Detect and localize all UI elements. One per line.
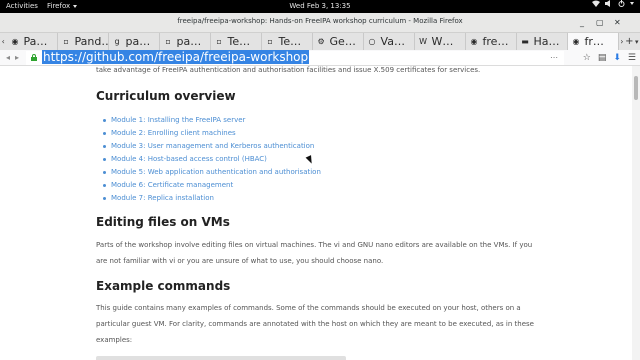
tab-label: pa… (176, 35, 202, 48)
module-link[interactable]: Module 7: Replica installation (103, 192, 321, 205)
module-link[interactable]: Module 1: Installing the FreeIPA server (103, 114, 321, 127)
page-icon: ▫ (63, 37, 69, 46)
chevron-down-icon (73, 5, 78, 8)
back-icon[interactable]: ◂ (6, 52, 10, 64)
editing-paragraph: Parts of the workshop involve editing fi… (96, 241, 533, 265)
close-icon[interactable]: ✕ (614, 18, 621, 27)
tab-list-icon[interactable]: ▾ (633, 38, 640, 46)
page-icon: ▫ (216, 37, 222, 46)
curriculum-heading: Curriculum overview (96, 89, 236, 103)
tab[interactable]: ○ Va… (364, 33, 415, 50)
tab-label: Pand… (74, 35, 108, 48)
module-link[interactable]: Module 3: User management and Kerberos a… (103, 140, 321, 153)
tab[interactable]: ▫ Pand… (58, 33, 109, 50)
tab-label: W… (431, 35, 454, 48)
tab-label: Va… (380, 35, 405, 48)
menu-icon[interactable]: ☰ (628, 52, 636, 64)
tab-label: pa… (125, 35, 151, 48)
maximize-icon[interactable]: ▢ (596, 18, 604, 27)
scrollbar[interactable] (632, 66, 640, 360)
url-text[interactable]: https://github.com/freeipa/freeipa-works… (42, 50, 310, 64)
toolbar-right: ☆ ▤ ⬇ ☰ (583, 52, 636, 64)
forward-icon[interactable]: ▸ (15, 52, 19, 64)
module-link[interactable]: Module 6: Certificate management (103, 179, 321, 192)
examples-heading: Example commands (96, 279, 231, 293)
tab-label: fre… (482, 35, 509, 48)
module-link[interactable]: Module 5: Web application authentication… (103, 166, 321, 179)
tab[interactable]: ▬ Ha… (517, 33, 568, 50)
library-icon[interactable]: ▤ (598, 52, 607, 64)
intro-text: take advantage of FreeIPA authentication… (96, 66, 481, 74)
network-icon (592, 0, 600, 7)
tabs: ◉ Pa… ▫ Pand… g pa… ▫ pa… ▫ Te… ▫ Te… ⚙ Ge… ○ Va… W W… ◉ fr… (7, 33, 619, 50)
system-menu-chevron-icon (630, 2, 634, 5)
new-tab-icon[interactable]: + (625, 36, 633, 47)
app-menu-label: Firefox (47, 2, 71, 10)
module-link[interactable]: Module 4: Host-based access control (HBA… (103, 153, 321, 166)
module-link[interactable]: Module 2: Enrolling client machines (103, 127, 321, 140)
tab[interactable]: ▫ Te… (211, 33, 262, 50)
tab[interactable]: W W… (415, 33, 466, 50)
window-titlebar: freeipa/freeipa-workshop: Hands-on FreeI… (0, 13, 640, 33)
tab-strip: ‹ ◉Pa…▫Pand…gpa…▫pa…▫Te…▫Te…⚙Ge…○Va…WW…◉… (0, 33, 640, 50)
github-icon: ◉ (572, 37, 580, 46)
page-actions-icon[interactable]: ⋯ (550, 51, 558, 64)
navigation-bar: ◂ ▸ https://github.com/freeipa/freeipa-w… (0, 50, 640, 66)
scrollbar-thumb[interactable] (634, 76, 638, 100)
examples-paragraph: This guide contains many examples of com… (96, 304, 534, 344)
system-tray[interactable] (592, 0, 634, 7)
tab[interactable]: ◉ fre… (466, 33, 517, 50)
tab[interactable]: ▫ Te… (262, 33, 313, 50)
wikipedia-icon: W (419, 37, 427, 46)
gear-icon: ⚙ (317, 37, 325, 46)
module-list: Module 1: Installing the FreeIPA server M… (103, 114, 321, 205)
editing-heading: Editing files on VMs (96, 215, 230, 229)
github-icon: ◉ (470, 37, 478, 46)
minimize-icon[interactable]: _ (580, 18, 584, 27)
activities-button[interactable]: Activities (6, 0, 38, 13)
volume-icon (605, 0, 610, 7)
circle-icon: ○ (368, 37, 376, 46)
tab[interactable]: ▫ pa… (160, 33, 211, 50)
tab-label: Pa… (23, 35, 48, 48)
tab[interactable]: ◉ Pa… (7, 33, 58, 50)
downloads-icon[interactable]: ⬇ (613, 52, 621, 64)
system-top-bar: Activities Firefox Wed Feb 3, 13:35 (0, 0, 640, 13)
tab-label: Ge… (329, 35, 356, 48)
clock-wrapper: Wed Feb 3, 13:35 (0, 0, 640, 13)
github-icon: ◉ (11, 37, 19, 46)
tab[interactable]: g pa… (109, 33, 160, 50)
url-bar[interactable]: https://github.com/freeipa/freeipa-works… (26, 50, 564, 65)
bookmark-star-icon[interactable]: ☆ (583, 52, 591, 64)
power-icon (618, 0, 625, 7)
tab-label: Te… (227, 35, 251, 48)
next-item-placeholder (96, 356, 346, 360)
page-content: take advantage of FreeIPA authentication… (0, 66, 632, 360)
lock-icon[interactable] (31, 54, 37, 61)
tab-label: Ha… (533, 35, 560, 48)
tab[interactable]: ⚙ Ge… (313, 33, 364, 50)
page-icon: ▫ (165, 37, 171, 46)
window-title: freeipa/freeipa-workshop: Hands-on FreeI… (177, 17, 463, 25)
clock[interactable]: Wed Feb 3, 13:35 (289, 2, 350, 10)
google-icon: g (114, 37, 120, 46)
tab-label: Te… (278, 35, 302, 48)
tab-label: fr… (584, 35, 604, 48)
tab[interactable]: ◉ fr… (567, 33, 619, 50)
page-icon: ▫ (267, 37, 273, 46)
app-menu[interactable]: Firefox (47, 0, 78, 13)
dash-icon: ▬ (521, 37, 529, 46)
